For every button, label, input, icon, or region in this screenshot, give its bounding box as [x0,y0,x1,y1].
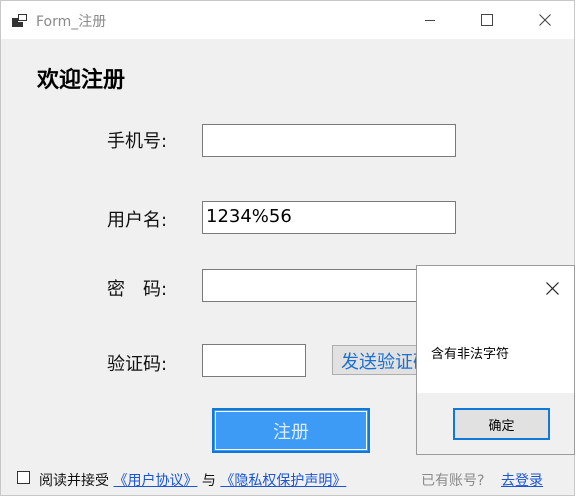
message-dialog: 含有非法字符 确定 [416,265,575,455]
page-title: 欢迎注册 [37,68,126,93]
window-title: Form_注册 [36,14,107,30]
minimize-icon [425,20,435,21]
password-label: 密 码: [107,279,168,300]
app-window-icon [12,14,27,27]
close-button[interactable] [522,1,568,39]
register-button-label: 注册 [273,421,309,443]
dialog-close-button[interactable] [538,274,566,302]
username-input[interactable]: 1234%56 [202,201,456,234]
minimize-button[interactable] [407,1,453,39]
phone-input[interactable] [202,124,456,157]
dialog-ok-button[interactable]: 确定 [453,408,550,440]
phone-label: 手机号: [107,131,168,152]
close-icon [539,14,551,26]
privacy-policy-link[interactable]: 《隐私权保护声明》 [220,473,346,489]
login-link[interactable]: 去登录 [501,470,543,490]
dialog-ok-label: 确定 [488,418,515,434]
dialog-message: 含有非法字符 [431,347,510,362]
agree-checkbox[interactable] [17,471,30,484]
login-prompt: 已有账号? [421,473,485,489]
agree-prefix: 阅读并接受 [39,473,109,489]
maximize-icon [481,14,493,26]
title-bar: Form_注册 [1,1,574,39]
code-label: 验证码: [107,354,168,375]
user-agreement-link[interactable]: 《用户协议》 [113,473,197,489]
register-button[interactable]: 注册 [212,408,370,453]
close-icon [545,281,559,295]
code-input[interactable] [202,344,306,377]
username-label: 用户名: [107,210,168,231]
maximize-button[interactable] [464,1,510,39]
agree-middle: 与 [201,473,216,489]
